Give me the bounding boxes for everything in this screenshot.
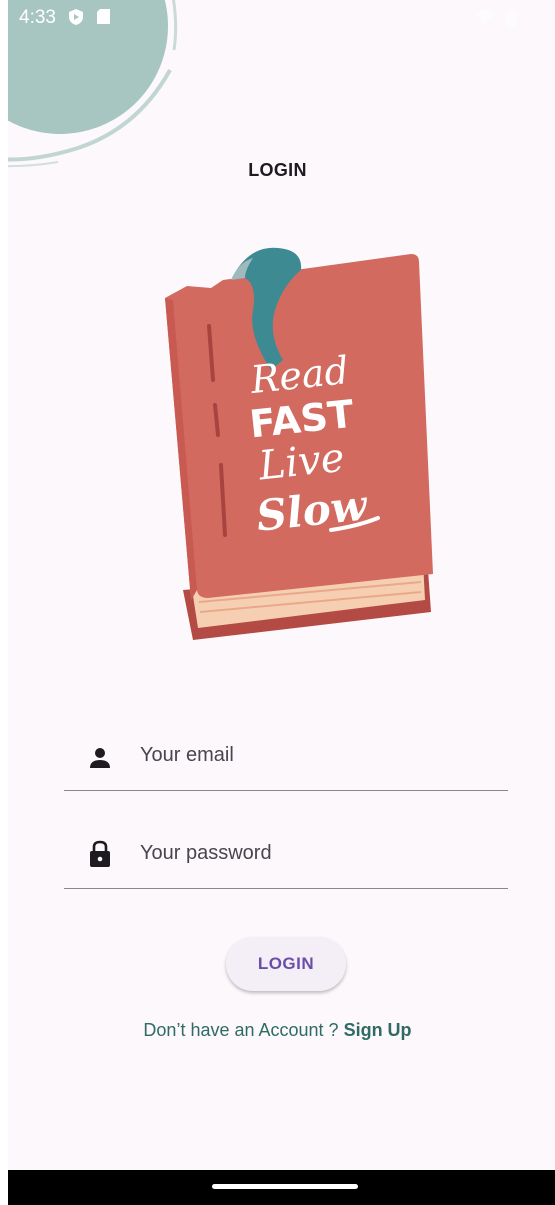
lock-icon bbox=[90, 840, 110, 867]
svg-text:Live: Live bbox=[256, 435, 347, 490]
shield-play-icon bbox=[69, 9, 83, 25]
signup-link[interactable]: Sign Up bbox=[344, 1020, 412, 1040]
email-field[interactable] bbox=[64, 720, 508, 791]
signup-row: Don’t have an Account ? Sign Up bbox=[8, 1020, 555, 1041]
wifi-icon bbox=[475, 9, 495, 24]
signup-prompt: Don’t have an Account ? bbox=[143, 1020, 344, 1040]
login-screen: 4:33 LOGIN Read FAST Live Slow Your emai… bbox=[8, 0, 555, 1205]
login-button[interactable]: LOGIN bbox=[226, 937, 346, 991]
book-illustration: Read FAST Live Slow bbox=[165, 247, 433, 640]
person-icon bbox=[90, 748, 110, 768]
sd-card-icon bbox=[97, 9, 110, 24]
status-time: 4:33 bbox=[19, 7, 56, 28]
email-input[interactable] bbox=[138, 734, 502, 776]
home-gesture-handle[interactable] bbox=[212, 1184, 358, 1189]
password-input[interactable] bbox=[138, 832, 502, 874]
password-field[interactable] bbox=[64, 818, 508, 889]
navigation-bar bbox=[8, 1170, 555, 1205]
status-bar: 4:33 bbox=[8, 0, 555, 34]
battery-icon bbox=[506, 9, 517, 27]
screen-edge bbox=[0, 0, 8, 1205]
page-title: LOGIN bbox=[248, 160, 307, 180]
